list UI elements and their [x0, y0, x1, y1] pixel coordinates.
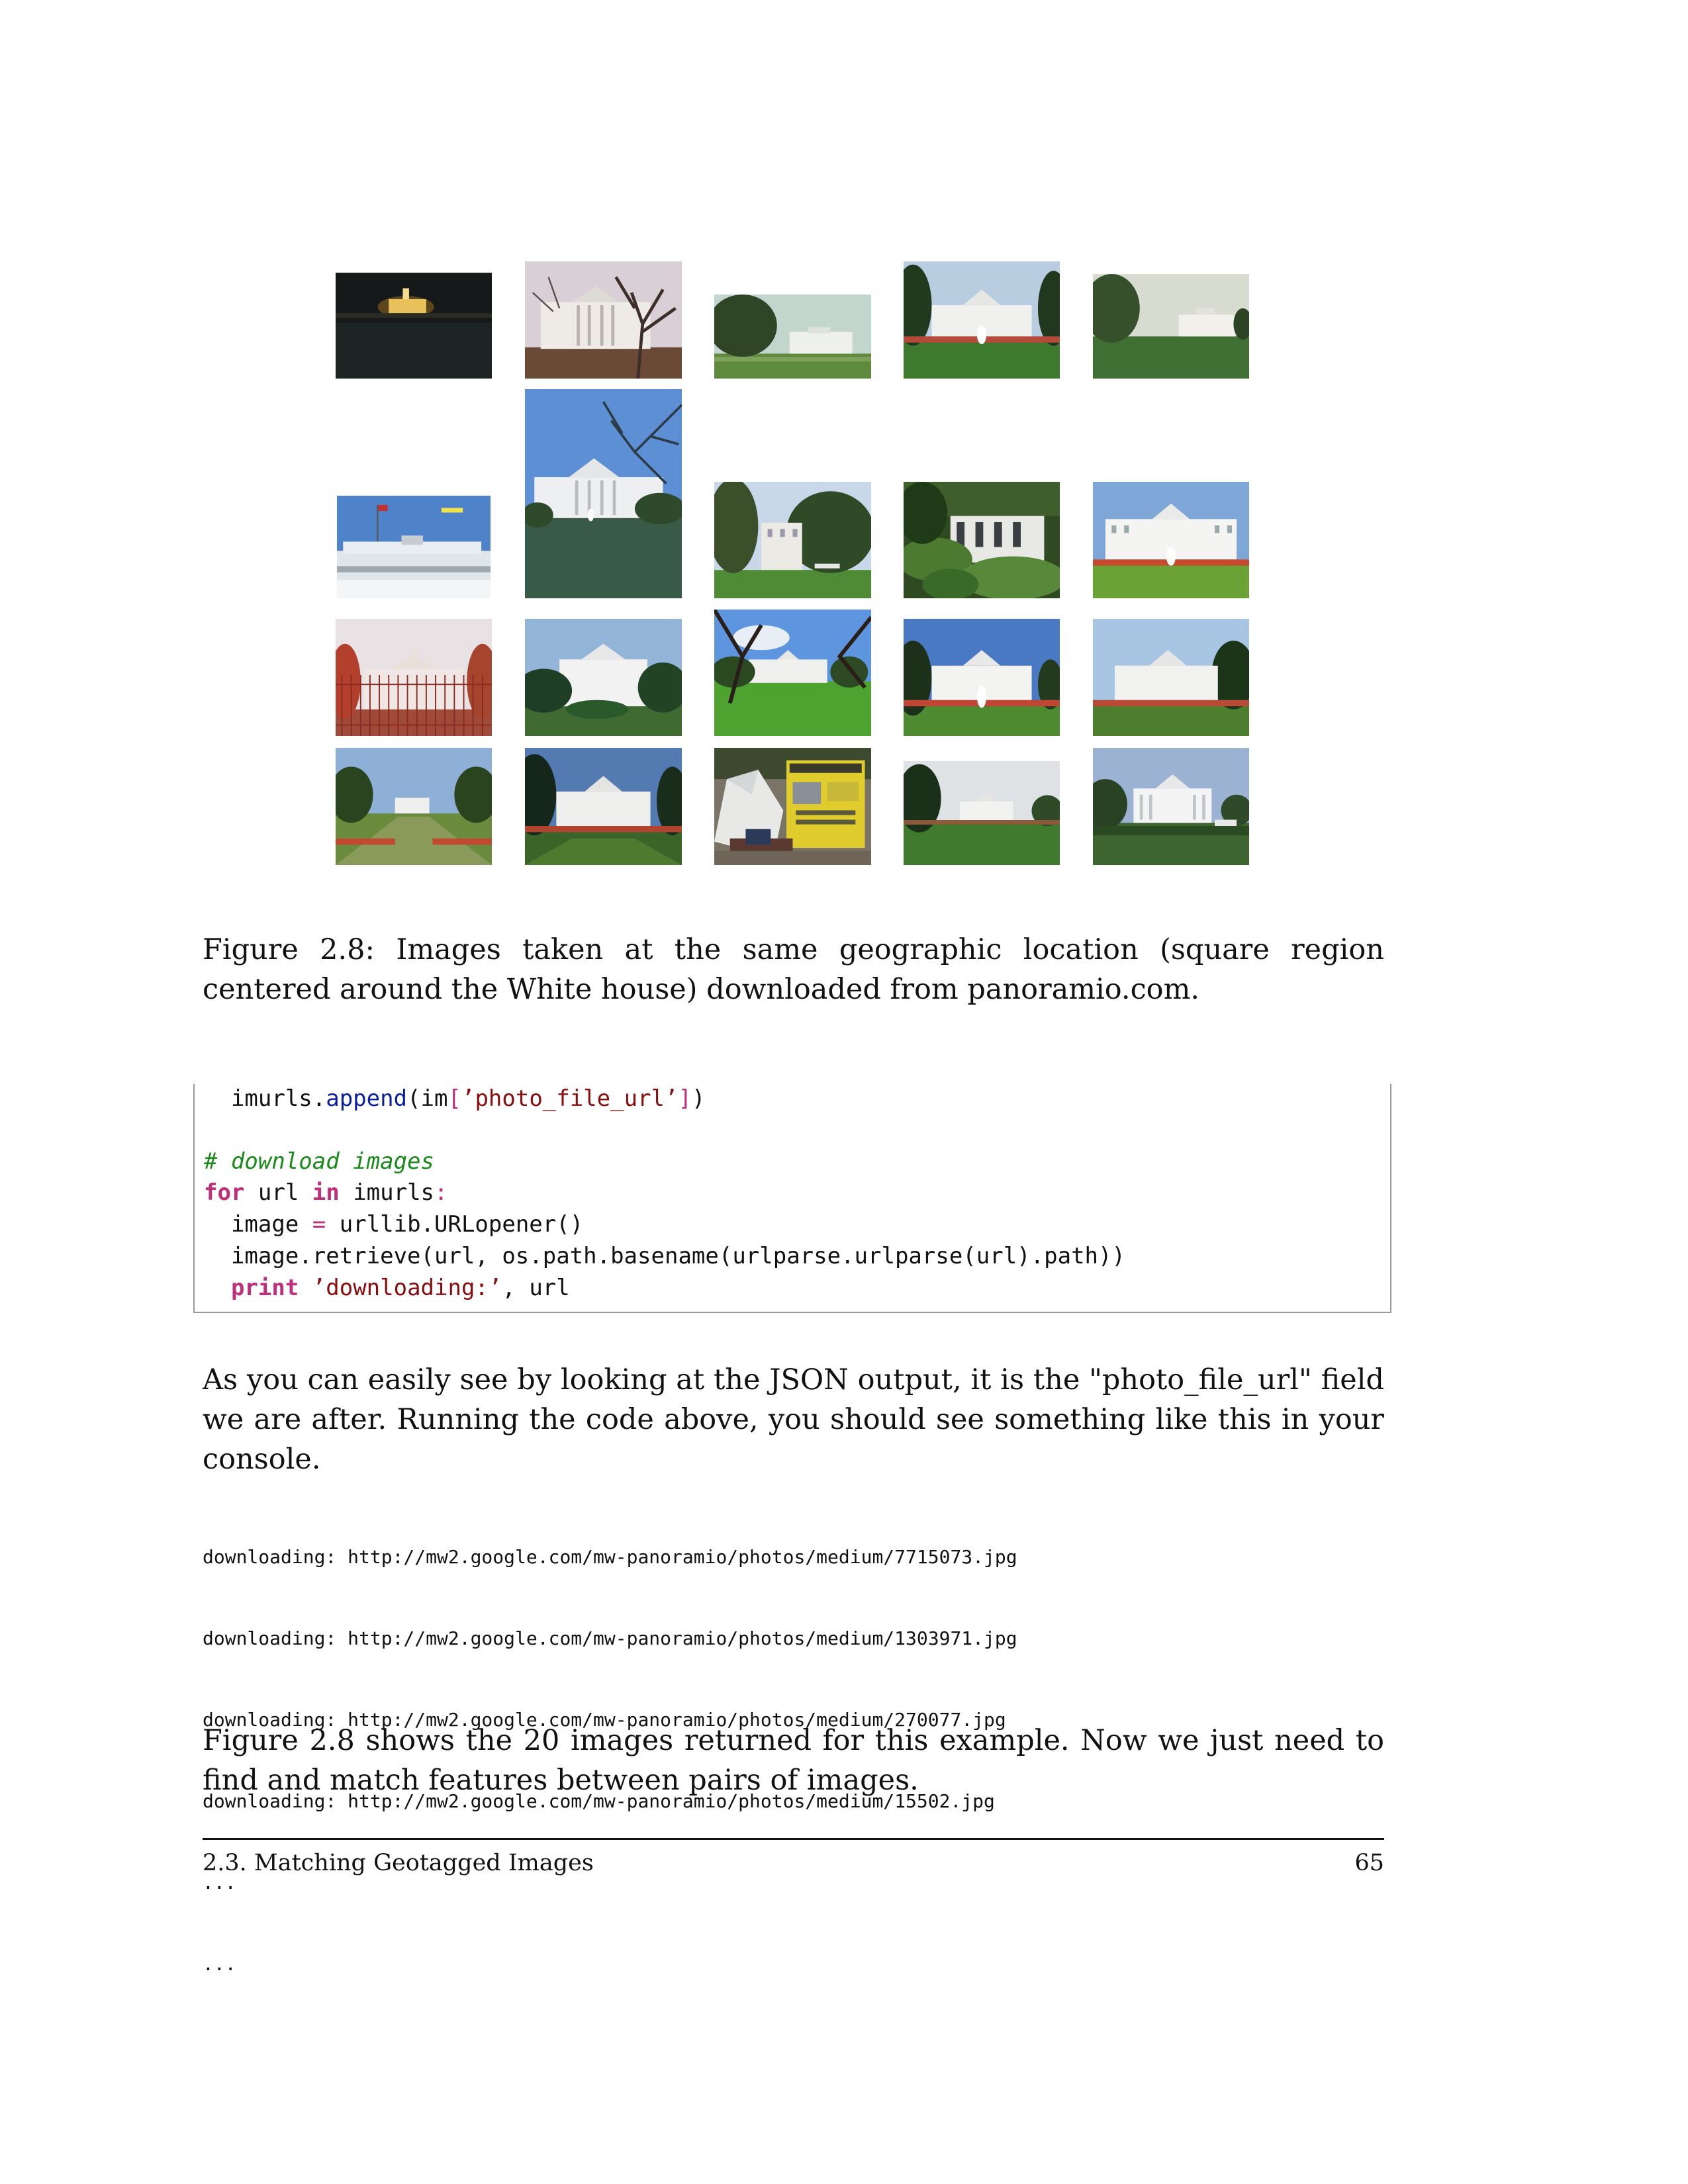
- photo-white-house-north-sunny: [1093, 619, 1249, 736]
- photo-white-house-south-hazy: [1093, 748, 1249, 865]
- code-token: ’downloading:’: [312, 1275, 502, 1301]
- code-token: :: [434, 1179, 448, 1206]
- code-token: , url: [502, 1275, 570, 1301]
- code-token: ’photo_file_url’: [461, 1085, 679, 1112]
- code-token: urllib.URLopener(): [326, 1211, 584, 1238]
- console-line: downloading: http://mw2.google.com/mw-pa…: [203, 1546, 1017, 1568]
- code-token: url: [244, 1179, 312, 1206]
- code-token: imurls.: [204, 1085, 326, 1112]
- code-line: image = urllib.URLopener(): [204, 1210, 583, 1239]
- photo-white-house-ellipse-wide: [336, 748, 492, 865]
- page-number: 65: [1354, 1850, 1384, 1876]
- photo-white-house-fence-autumn: [336, 619, 492, 736]
- photo-white-house-garden-trees: [714, 482, 871, 598]
- code-keyword: print: [230, 1275, 299, 1301]
- photo-white-house-garden-close: [904, 482, 1060, 598]
- code-token: append: [326, 1085, 408, 1112]
- photo-white-house-distant-lawn: [714, 295, 871, 379]
- photo-white-house-south-lawn-sunny: [714, 610, 871, 736]
- console-line: downloading: http://mw2.google.com/mw-pa…: [203, 1627, 1017, 1649]
- photo-white-house-north-fountain: [904, 261, 1060, 379]
- photo-white-house-lawn-flowers: [904, 761, 1060, 865]
- code-line: print ’downloading:’, url: [204, 1273, 570, 1302]
- photo-white-house-north-fountain-2: [904, 619, 1060, 736]
- code-line: imurls.append(im[’photo_file_url’]): [204, 1084, 706, 1113]
- photo-white-house-night: [336, 273, 492, 379]
- code-token: imurls: [339, 1179, 435, 1206]
- console-line: ...: [203, 1953, 236, 1975]
- photo-white-house-north-lawn-overcast: [1093, 274, 1249, 379]
- code-token: [: [447, 1085, 461, 1112]
- code-keyword: for: [204, 1179, 245, 1206]
- code-token: (im: [407, 1085, 448, 1112]
- figure-caption: Figure 2.8: Images taken at the same geo…: [203, 933, 1384, 1006]
- photo-white-house-winter-trees: [525, 261, 682, 379]
- code-line: for url in imurls:: [204, 1178, 448, 1207]
- photo-white-house-south-fountain: [1093, 482, 1249, 598]
- code-token: =: [312, 1211, 326, 1238]
- photo-protest-tent-signs: [714, 748, 871, 865]
- body-paragraph: As you can easily see by looking at the …: [203, 1363, 1384, 1476]
- photo-white-house-south-trees: [525, 619, 682, 736]
- photo-white-house-north-flowers: [525, 748, 682, 865]
- code-listing: imurls.append(im[’photo_file_url’]) # do…: [193, 1084, 1391, 1313]
- code-keyword: in: [312, 1179, 340, 1206]
- code-line: image.retrieve(url, os.path.basename(url…: [204, 1243, 1125, 1269]
- figure-photo-grid: [0, 0, 1688, 874]
- code-token: ): [691, 1085, 706, 1112]
- photo-white-house-roof-flag: [337, 496, 491, 598]
- running-footer-section: 2.3. Matching Geotagged Images: [203, 1850, 594, 1876]
- body-paragraph: Figure 2.8 shows the 20 images returned …: [203, 1724, 1384, 1797]
- code-comment: # download images: [204, 1148, 434, 1175]
- code-token: ]: [678, 1085, 692, 1112]
- footer-rule: [203, 1838, 1384, 1840]
- photo-white-house-portico-tree: [525, 389, 682, 598]
- code-token: image: [204, 1211, 312, 1238]
